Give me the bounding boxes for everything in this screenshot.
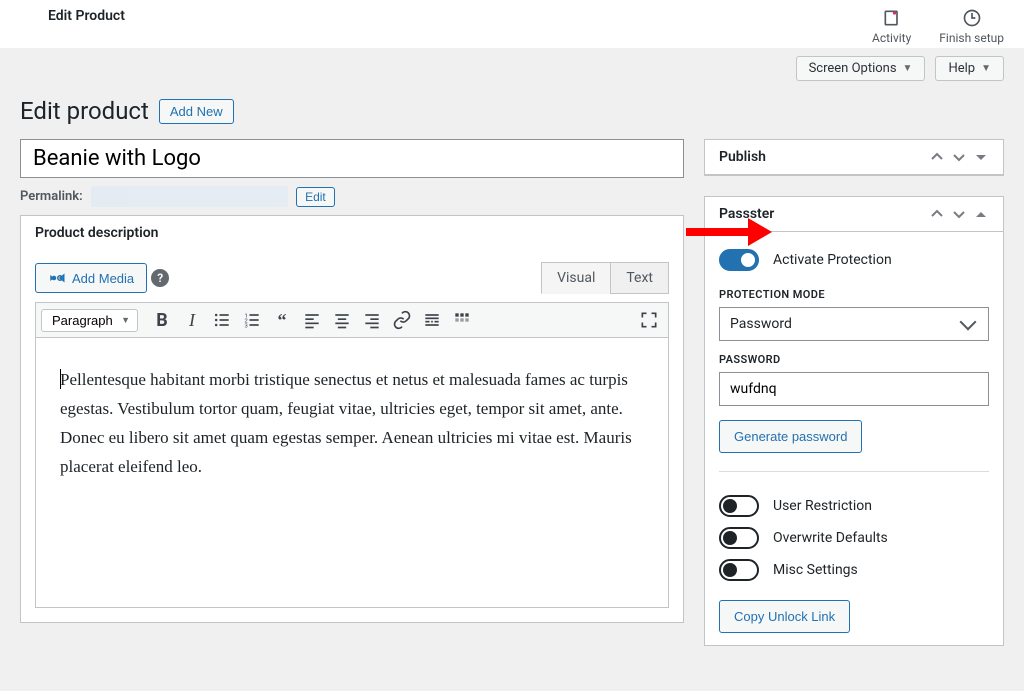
editor-content-area[interactable]: Pellentesque habitant morbi tristique se… — [35, 338, 669, 608]
more-tag-icon — [422, 310, 442, 330]
align-center-icon — [332, 310, 352, 330]
insert-more-button[interactable] — [418, 306, 446, 334]
screen-options-tab[interactable]: Screen Options ▼ — [796, 56, 926, 81]
product-description-box: Product description — [20, 215, 684, 623]
link-button[interactable] — [388, 306, 416, 334]
permalink-url: . — [91, 186, 288, 207]
top-bar: Edit Product Activity Finish setup — [0, 0, 1024, 48]
move-up-icon[interactable] — [929, 149, 945, 165]
editor-tab-visual[interactable]: Visual — [541, 262, 610, 294]
svg-text:3: 3 — [245, 324, 248, 330]
align-left-button[interactable] — [298, 306, 326, 334]
red-arrow-annotation — [686, 218, 776, 248]
move-down-icon[interactable] — [951, 149, 967, 165]
option-tabs: Screen Options ▼ Help ▼ — [0, 48, 1024, 81]
misc-settings-toggle[interactable] — [719, 559, 759, 581]
align-center-button[interactable] — [328, 306, 356, 334]
password-label: PASSWORD — [719, 353, 989, 366]
fullscreen-icon — [639, 310, 659, 330]
main-layout: Permalink: . Edit Product description — [20, 139, 1004, 666]
add-media-button[interactable]: Add Media — [35, 263, 147, 293]
misc-settings-label: Misc Settings — [773, 562, 858, 578]
top-bar-title: Edit Product — [48, 8, 125, 24]
numbered-list-button[interactable]: 123 — [238, 306, 266, 334]
page-title: Edit product — [20, 97, 149, 125]
publish-title: Publish — [719, 149, 766, 165]
product-title-input[interactable] — [20, 139, 684, 178]
editor-formatting-toolbar: Paragraph B I 123 “ — [35, 302, 669, 338]
activity-item[interactable]: Activity — [872, 8, 911, 45]
media-icon — [48, 269, 66, 287]
numbered-list-icon: 123 — [242, 310, 262, 330]
publish-box: Publish — [704, 139, 1004, 176]
move-down-icon[interactable] — [951, 206, 967, 222]
overwrite-defaults-row: Overwrite Defaults — [719, 522, 989, 554]
add-new-button[interactable]: Add New — [159, 99, 234, 124]
toolbar-toggle-icon — [452, 310, 472, 330]
bullet-list-button[interactable] — [208, 306, 236, 334]
align-left-icon — [302, 310, 322, 330]
italic-button[interactable]: I — [178, 306, 206, 334]
user-restriction-label: User Restriction — [773, 498, 872, 514]
user-restriction-toggle[interactable] — [719, 495, 759, 517]
overwrite-defaults-label: Overwrite Defaults — [773, 530, 888, 546]
passster-body: Activate Protection PROTECTION MODE Pass… — [705, 232, 1003, 645]
generate-password-button[interactable]: Generate password — [719, 420, 862, 453]
toggle-icon[interactable] — [973, 149, 989, 165]
editor-mode-tabs: Visual Text — [541, 262, 669, 294]
activate-protection-label: Activate Protection — [773, 252, 892, 268]
caret-down-icon: ▼ — [903, 63, 913, 74]
finish-setup-icon — [962, 8, 982, 28]
protection-mode-label: PROTECTION MODE — [719, 288, 989, 301]
bullet-list-icon — [212, 310, 232, 330]
toggle-icon[interactable] — [973, 206, 989, 222]
help-tab[interactable]: Help ▼ — [935, 56, 1004, 81]
password-input[interactable] — [719, 372, 989, 406]
link-icon — [392, 310, 412, 330]
page-header: Edit product Add New — [20, 97, 1004, 125]
misc-settings-row: Misc Settings — [719, 554, 989, 586]
align-right-icon — [362, 310, 382, 330]
user-restriction-row: User Restriction — [719, 490, 989, 522]
permalink-edit-button[interactable]: Edit — [296, 187, 335, 207]
protection-mode-select[interactable]: Password — [719, 307, 989, 341]
bold-button[interactable]: B — [148, 306, 176, 334]
activity-icon — [882, 8, 902, 28]
activate-protection-row: Activate Protection — [719, 244, 989, 276]
permalink-row: Permalink: . Edit — [20, 178, 684, 215]
overwrite-defaults-toggle[interactable] — [719, 527, 759, 549]
main-column: Permalink: . Edit Product description — [20, 139, 684, 643]
finish-setup-item[interactable]: Finish setup — [939, 8, 1004, 45]
editor-toolbar-row1: Add Media ? Visual Text — [21, 250, 683, 302]
product-description-title: Product description — [35, 225, 158, 241]
permalink-label: Permalink: — [20, 189, 83, 204]
caret-down-icon: ▼ — [981, 63, 991, 74]
paragraph-select[interactable]: Paragraph — [41, 309, 138, 332]
quote-button[interactable]: “ — [268, 306, 296, 334]
activate-protection-toggle[interactable] — [719, 249, 759, 271]
copy-unlock-link-button[interactable]: Copy Unlock Link — [719, 600, 850, 633]
editor-tab-text[interactable]: Text — [610, 262, 669, 294]
finish-setup-label: Finish setup — [939, 31, 1004, 45]
passster-box: Passster Activate Protection PROTECTION … — [704, 196, 1004, 646]
align-right-button[interactable] — [358, 306, 386, 334]
publish-header: Publish — [705, 140, 1003, 175]
activity-label: Activity — [872, 31, 911, 45]
toolbar-toggle-button[interactable] — [448, 306, 476, 334]
move-up-icon[interactable] — [929, 206, 945, 222]
divider — [719, 471, 989, 472]
product-description-header: Product description — [21, 216, 683, 250]
fullscreen-button[interactable] — [635, 306, 663, 334]
top-right-area: Activity Finish setup — [872, 8, 1004, 45]
help-icon[interactable]: ? — [151, 269, 169, 287]
